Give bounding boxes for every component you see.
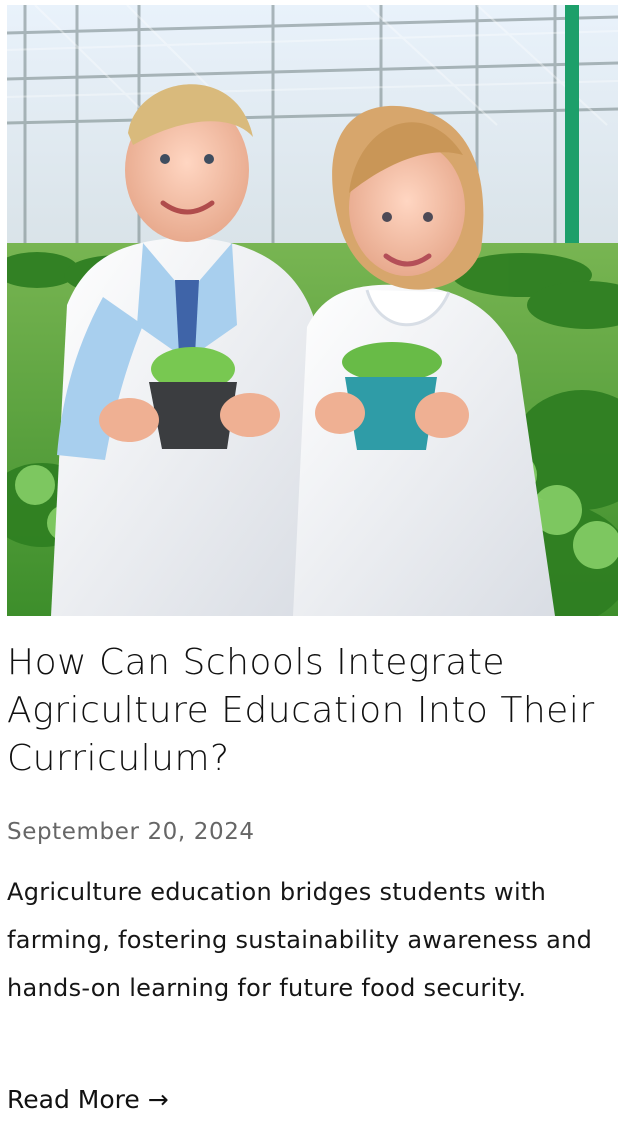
post-title[interactable]: How Can Schools Integrate Agriculture Ed… [7, 639, 607, 783]
read-more-label: Read More [7, 1085, 140, 1114]
post-date: September 20, 2024 [7, 819, 255, 845]
featured-image-link[interactable] [7, 5, 618, 616]
blog-post-card: How Can Schools Integrate Agriculture Ed… [0, 0, 638, 1131]
post-excerpt: Agriculture education bridges students w… [7, 878, 593, 1002]
read-more-link[interactable]: Read More → [7, 1082, 169, 1118]
right-arrow-icon: → [147, 1085, 169, 1114]
featured-image [7, 5, 618, 616]
